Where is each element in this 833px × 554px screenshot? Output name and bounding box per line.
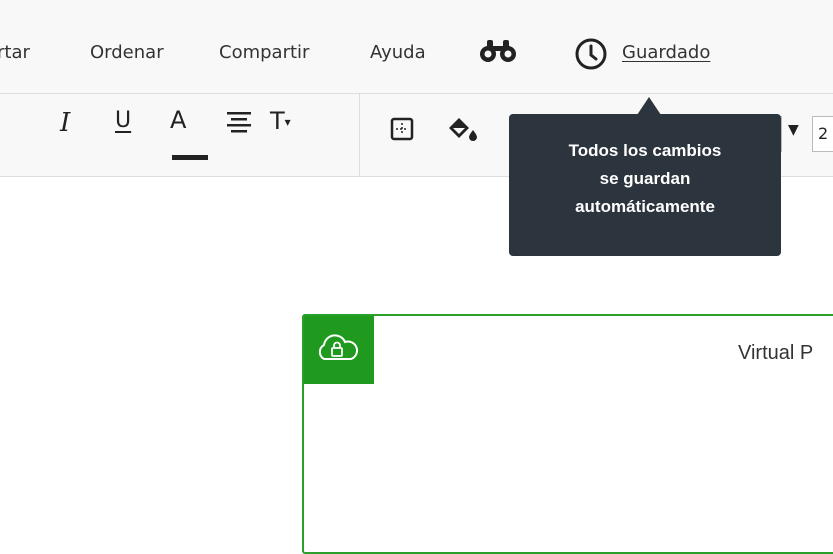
- clock-icon[interactable]: [574, 37, 608, 75]
- autosave-tooltip: Todos los cambios se guardan automáticam…: [509, 114, 781, 256]
- binoculars-icon[interactable]: [478, 38, 518, 68]
- text-size-button[interactable]: T▾: [270, 107, 291, 135]
- menu-item-ordenar[interactable]: Ordenar: [90, 42, 164, 63]
- toolbar-divider: [359, 94, 360, 176]
- italic-button[interactable]: I: [60, 108, 70, 138]
- text-size-glyph: T: [270, 107, 285, 135]
- menu-item-ayuda[interactable]: Ayuda: [370, 42, 426, 63]
- tooltip-line-3: automáticamente: [575, 197, 715, 216]
- align-center-icon[interactable]: [226, 108, 252, 138]
- fill-color-icon[interactable]: [448, 116, 478, 148]
- text-size-caret-icon: ▾: [284, 115, 291, 129]
- tooltip-line-1: Todos los cambios: [568, 141, 722, 160]
- tooltip-line-2: se guardan: [599, 169, 691, 188]
- dropdown-arrow-icon[interactable]: ▼: [788, 122, 799, 138]
- font-color-button[interactable]: A: [170, 106, 186, 134]
- underline-button[interactable]: U: [115, 108, 131, 133]
- tooltip-arrow: [637, 97, 661, 115]
- menu-item-compartir[interactable]: Compartir: [219, 42, 309, 63]
- vpc-label[interactable]: Virtual P: [738, 342, 813, 365]
- border-icon[interactable]: [390, 117, 414, 145]
- saved-status-link[interactable]: Guardado: [622, 42, 710, 63]
- font-color-swatch: [172, 155, 208, 160]
- cloud-lock-icon: [314, 333, 360, 367]
- font-size-value: 2: [818, 124, 829, 143]
- menu-item-insertar[interactable]: rtar: [0, 42, 30, 63]
